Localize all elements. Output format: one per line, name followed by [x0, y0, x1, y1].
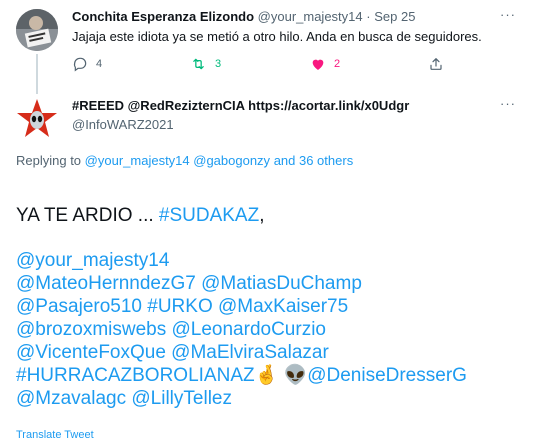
mentions-line-7[interactable]: @Mzavalagc @LillyTellez [16, 387, 467, 410]
mentions-line-6: #HURRACAZBOROLIANAZ🤞 👽@DeniseDresserG [16, 364, 467, 387]
heart-icon [310, 56, 326, 72]
retweet-button[interactable]: 3 [190, 56, 221, 72]
body-blank-line [16, 227, 467, 249]
reply-text: Jajaja este idiota ya se metió a otro hi… [72, 29, 482, 44]
reply-button[interactable]: 4 [72, 56, 102, 72]
mentions-line-1[interactable]: @your_majesty14 [16, 249, 467, 272]
emoji-fingers-alien: 🤞 👽 [254, 365, 308, 386]
replying-users[interactable]: @your_majesty14 @gabogonzy [85, 153, 270, 168]
body-line-1: YA TE ARDIO ... #SUDAKAZ, [16, 204, 467, 227]
like-count: 2 [334, 58, 341, 70]
thread-line [36, 54, 38, 94]
replying-others[interactable]: and 36 others [274, 153, 354, 168]
mentions-line-5[interactable]: @VicenteFoxQue @MaElviraSalazar [16, 341, 467, 364]
replying-prefix: Replying to [16, 153, 82, 168]
reply-more-button[interactable]: ··· [500, 7, 516, 22]
reply-date[interactable]: Sep 25 [374, 9, 415, 24]
tweet-more-button[interactable]: ··· [500, 96, 516, 111]
retweet-count: 3 [215, 58, 222, 70]
tweet-body: YA TE ARDIO ... #SUDAKAZ, @your_majesty1… [16, 204, 467, 410]
like-button[interactable]: 2 [310, 56, 340, 72]
reply-header: Conchita Esperanza Elizondo @your_majest… [72, 9, 415, 24]
share-icon [428, 56, 444, 72]
comment-icon [72, 56, 88, 72]
reply-tweet[interactable]: Conchita Esperanza Elizondo @your_majest… [0, 0, 540, 100]
reply-author-name[interactable]: Conchita Esperanza Elizondo [72, 9, 254, 24]
share-button[interactable] [428, 56, 444, 72]
tweet-author-name[interactable]: #REEED @RedRezizternCIA https://acortar.… [72, 98, 409, 113]
replying-to: Replying to @your_majesty14 @gabogonzy a… [16, 153, 353, 168]
reply-count: 4 [96, 58, 103, 70]
translate-tweet-link[interactable]: Translate Tweet [16, 429, 94, 439]
hashtag-sudakaz[interactable]: #SUDAKAZ [159, 205, 259, 226]
reply-separator: · [366, 9, 371, 24]
body-comma: , [259, 205, 265, 226]
mention-denise[interactable]: @DeniseDresserG [307, 365, 467, 386]
body-text: YA TE ARDIO ... [16, 205, 159, 226]
mentions-line-4[interactable]: @brozoxmiswebs @LeonardoCurzio [16, 318, 467, 341]
mentions-line-2[interactable]: @MateoHernndezG7 @MatiasDuChamp [16, 272, 467, 295]
tweet-author-avatar[interactable] [16, 98, 58, 140]
reply-author-handle[interactable]: @your_majesty14 [258, 9, 363, 24]
hashtag-hurracaz[interactable]: #HURRACAZBOROLIANAZ [16, 365, 255, 386]
retweet-icon [190, 56, 207, 72]
reply-author-avatar[interactable] [16, 9, 58, 51]
reply-actions: 4 3 2 [72, 56, 452, 76]
tweet-author-handle[interactable]: @InfoWARZ2021 [72, 117, 174, 132]
mentions-line-3[interactable]: @Pasajero510 #URKO @MaxKaiser75 [16, 295, 467, 318]
